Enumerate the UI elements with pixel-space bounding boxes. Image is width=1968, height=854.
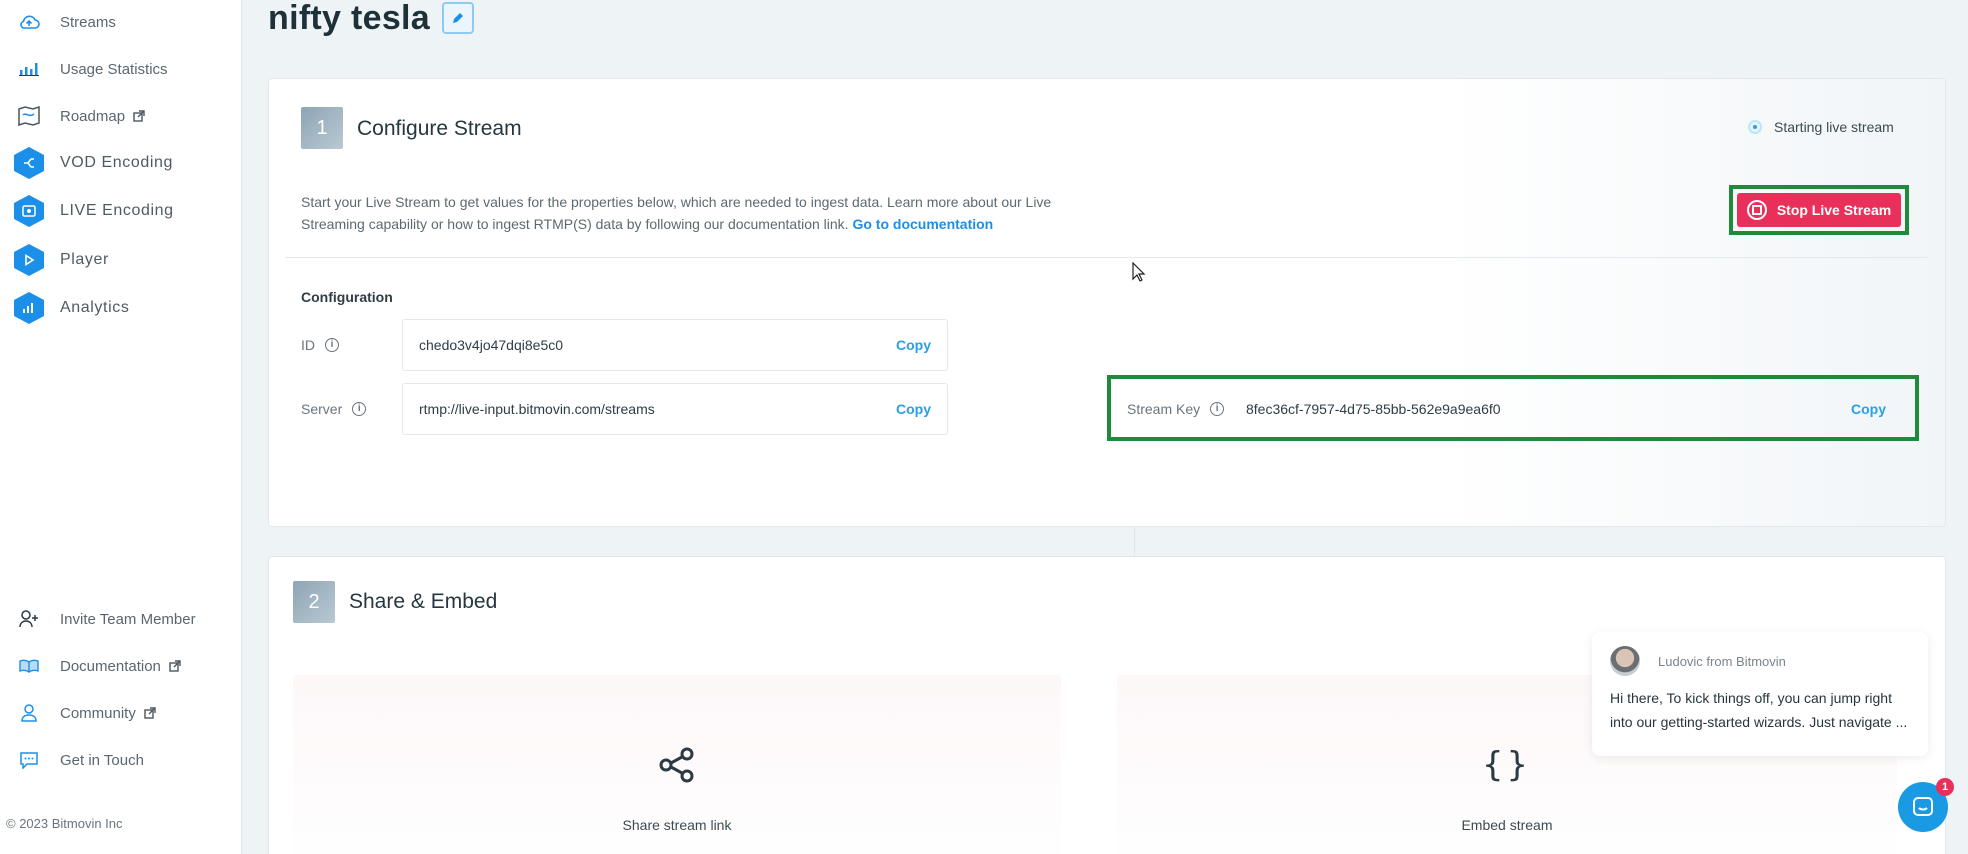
copy-stream-key-button[interactable]: Copy [1851, 401, 1886, 417]
sidebar-item-roadmap[interactable]: Roadmap [14, 98, 145, 134]
player-icon [14, 244, 44, 276]
stream-status: Starting live stream [1748, 119, 1894, 135]
copy-id-button[interactable]: Copy [896, 337, 931, 353]
bar-chart-icon [14, 54, 44, 84]
map-icon [14, 101, 44, 131]
stream-key-label: Stream Key i [1127, 401, 1225, 417]
sidebar-item-get-in-touch[interactable]: Get in Touch [14, 742, 144, 778]
divider [285, 257, 1929, 258]
user-icon [14, 698, 44, 728]
id-field: chedo3v4jo47dqi8e5c0 Copy [402, 319, 948, 371]
mouse-cursor-icon [1132, 261, 1146, 287]
sidebar-item-label: Invite Team Member [60, 610, 196, 628]
sidebar-item-documentation[interactable]: Documentation [14, 648, 181, 684]
stop-icon [1746, 200, 1767, 220]
configure-stream-card: 1 Configure Stream Starting live stream … [268, 78, 1946, 527]
status-indicator-icon [1748, 120, 1762, 134]
vod-encoding-icon [14, 147, 44, 179]
sidebar-item-vod-encoding[interactable]: VOD Encoding [14, 145, 173, 181]
stream-key-value[interactable]: 8fec36cf-7957-4d75-85bb-562e9a9ea6f0 [1246, 401, 1851, 417]
sidebar-item-usage-statistics[interactable]: Usage Statistics [14, 51, 168, 87]
book-icon [14, 651, 44, 681]
sidebar-item-label: Documentation [60, 657, 161, 675]
external-link-icon [133, 110, 145, 122]
chat-message: Hi there, To kick things off, you can ju… [1610, 690, 1908, 730]
sidebar-item-label: LIVE Encoding [60, 202, 174, 219]
label-text: ID [301, 337, 315, 353]
chat-icon [14, 745, 44, 775]
label-text: Server [301, 401, 343, 417]
copyright: © 2023 Bitmovin Inc [6, 816, 123, 831]
configuration-heading: Configuration [301, 289, 393, 305]
curly-braces-icon: {} [1482, 745, 1532, 785]
sidebar-item-player[interactable]: Player [14, 242, 109, 278]
documentation-link[interactable]: Go to documentation [852, 216, 993, 232]
sidebar-item-analytics[interactable]: Analytics [14, 290, 129, 326]
sidebar-item-community[interactable]: Community [14, 695, 156, 731]
chat-header: Ludovic from Bitmovin [1610, 646, 1910, 676]
step-number: 2 [293, 581, 335, 623]
section-title: Share & Embed [349, 590, 498, 613]
share-icon [657, 745, 697, 790]
notification-badge: 1 [1936, 778, 1954, 796]
server-field: rtmp://live-input.bitmovin.com/streams C… [402, 383, 948, 435]
sidebar-item-label: Community [60, 704, 136, 722]
add-user-icon [14, 604, 44, 634]
tile-label: Embed stream [1461, 817, 1553, 833]
sidebar-item-label: Analytics [60, 299, 130, 316]
info-icon[interactable]: i [325, 338, 339, 352]
section-title: Configure Stream [357, 117, 522, 140]
button-label: Stop Live Stream [1776, 202, 1892, 218]
chat-launcher-button[interactable]: 1 [1898, 778, 1954, 832]
sidebar-item-label: Roadmap [60, 107, 126, 125]
id-label: ID i [301, 337, 339, 353]
sidebar-item-invite-team-member[interactable]: Invite Team Member [14, 601, 196, 637]
sidebar-item-label: Player [60, 251, 109, 268]
live-encoding-icon [14, 195, 44, 227]
analytics-icon [14, 292, 44, 324]
chat-popup[interactable]: Ludovic from Bitmovin Hi there, To kick … [1592, 632, 1928, 756]
chat-sender: Ludovic from Bitmovin [1658, 653, 1786, 669]
connector-line [1134, 527, 1135, 556]
server-value[interactable]: rtmp://live-input.bitmovin.com/streams [419, 401, 896, 417]
edit-title-button[interactable] [442, 2, 475, 34]
sidebar-item-label: VOD Encoding [60, 154, 174, 171]
info-icon[interactable]: i [1210, 402, 1225, 416]
server-label: Server i [301, 401, 367, 417]
sidebar: Streams Usage Statistics Roadmap VOD Enc… [0, 0, 242, 854]
info-icon[interactable]: i [352, 402, 367, 416]
tile-label: Share stream link [622, 817, 732, 833]
sidebar-item-label: Get in Touch [60, 751, 144, 769]
page-title: nifty tesla [268, 0, 431, 37]
label-text: Stream Key [1127, 401, 1201, 417]
copy-server-button[interactable]: Copy [896, 401, 931, 417]
cloud-upload-icon [14, 7, 44, 37]
external-link-icon [144, 707, 156, 719]
description: Start your Live Stream to get values for… [301, 191, 1101, 235]
sidebar-item-streams[interactable]: Streams [14, 4, 116, 40]
avatar [1610, 646, 1640, 676]
id-value[interactable]: chedo3v4jo47dqi8e5c0 [419, 337, 896, 353]
share-stream-link-tile[interactable]: Share stream link [293, 675, 1061, 854]
status-text: Starting live stream [1774, 119, 1894, 135]
page-header: nifty tesla [268, 0, 475, 37]
sidebar-item-label: Usage Statistics [60, 60, 168, 78]
chat-bubble-icon [1913, 797, 1933, 816]
sidebar-item-live-encoding[interactable]: LIVE Encoding [14, 193, 174, 229]
sidebar-item-label: Streams [60, 13, 116, 31]
step-number: 1 [301, 107, 343, 149]
stream-key-field: 8fec36cf-7957-4d75-85bb-562e9a9ea6f0 Cop… [1230, 383, 1902, 435]
external-link-icon [169, 660, 181, 672]
pencil-icon [453, 13, 464, 23]
stop-live-stream-button[interactable]: Stop Live Stream [1737, 193, 1901, 227]
